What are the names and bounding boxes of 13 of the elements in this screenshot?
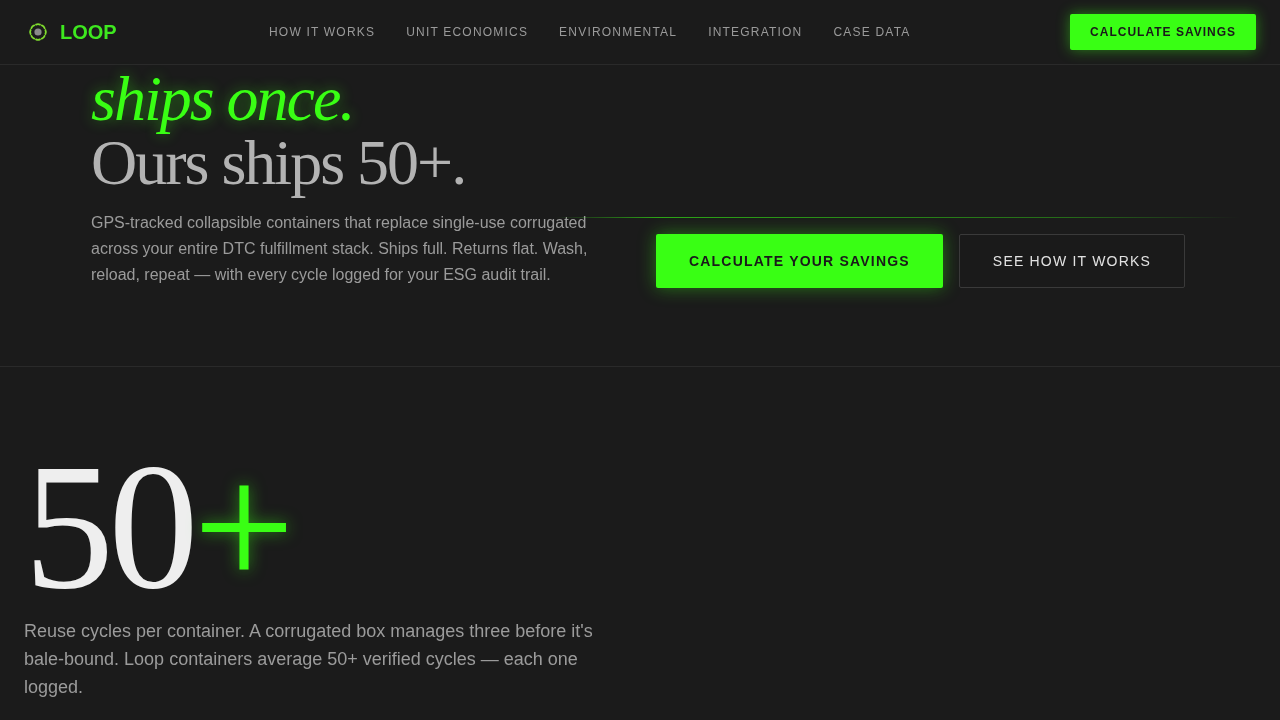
nav-link[interactable]: INTEGRATION xyxy=(708,23,803,41)
nav-link[interactable]: UNIT ECONOMICS xyxy=(406,23,529,41)
nav-link[interactable]: CASE DATA xyxy=(833,23,911,41)
stat-description: Reuse cycles per container. A corrugated box manages three before it's bale-bound. Loop containers average 50+ verified cycles — each one logged. xyxy=(24,620,594,699)
hero-description: GPS-tracked collapsible containers that replace single-use corrugated across your entire DTC fulfillment stack. Ships full. Returns flat. Wash, reload, repeat — with every cycle logged for your ESG audit trail. xyxy=(91,213,589,285)
logo-icon[interactable] xyxy=(28,22,48,42)
brand-logo[interactable]: LOOP xyxy=(60,22,117,42)
calculate-savings-button[interactable]: CALCULATE SAVINGS xyxy=(1070,14,1256,50)
stat-number: 50+ xyxy=(24,437,290,617)
see-how-it-works-button[interactable]: SEE HOW IT WORKS xyxy=(958,234,1186,288)
calculate-your-savings-button[interactable]: CALCULATE YOUR SAVINGS xyxy=(656,234,943,288)
nav-link[interactable]: HOW IT WORKS xyxy=(269,23,376,41)
nav-link[interactable]: ENVIRONMENTAL xyxy=(559,23,678,41)
